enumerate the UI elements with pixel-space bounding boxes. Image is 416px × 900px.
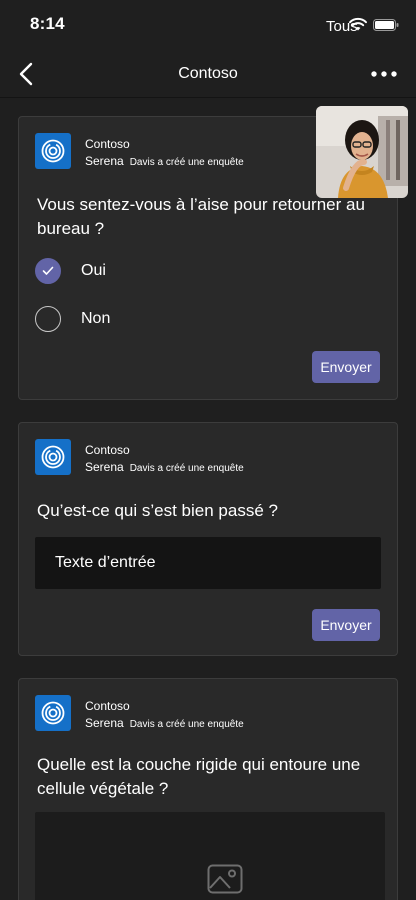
chat-content: Contoso Serena Davis a créé une enquête V… (0, 98, 416, 900)
app-name: Contoso (85, 699, 130, 713)
submit-button[interactable]: Envoyer (312, 351, 380, 383)
app-name: Contoso (85, 443, 130, 457)
image-placeholder[interactable] (35, 812, 385, 900)
radio-button[interactable] (35, 306, 61, 332)
author-action: Davis a créé une enquête (129, 719, 244, 730)
question-text: Vous sentez-vous à l’aise pour retourner… (37, 195, 365, 238)
option-oui[interactable]: Oui (35, 257, 106, 285)
text-input-field[interactable]: Texte d’entrée (35, 537, 381, 589)
app-logo-icon (41, 445, 65, 469)
question-text: Quelle est la couche rigide qui entoure … (37, 755, 361, 798)
video-call-thumbnail[interactable] (316, 106, 408, 198)
participant-video (316, 106, 408, 198)
app-icon (35, 695, 71, 731)
survey-card: Contoso Serena Davis a créé une enquête Q… (18, 422, 398, 656)
author-line: Serena Davis a créé une enquête (85, 460, 244, 474)
question-text: Qu’est-ce qui s’est bien passé ? (37, 501, 278, 520)
wifi-icon (349, 17, 367, 31)
author-action: Davis a créé une enquête (129, 157, 244, 168)
more-icon[interactable] (370, 70, 398, 78)
navigation-bar: Contoso (0, 50, 416, 98)
page-title: Contoso (178, 65, 238, 82)
status-bar: 8:14 Tous (0, 0, 416, 50)
author-line: Serena Davis a créé une enquête (85, 154, 244, 168)
option-label: Oui (81, 262, 106, 279)
app-name: Contoso (85, 137, 130, 151)
option-non[interactable]: Non (35, 305, 110, 333)
checkmark-icon (42, 266, 54, 275)
battery-icon (373, 19, 399, 31)
author-name: Serena (85, 716, 124, 730)
app-icon (35, 439, 71, 475)
status-time: 8:14 (30, 14, 65, 33)
app-icon (35, 133, 71, 169)
app-logo-icon (41, 139, 65, 163)
survey-card: Contoso Serena Davis a créé une enquête Q… (18, 678, 398, 900)
image-icon (207, 864, 243, 894)
option-label: Non (81, 310, 111, 327)
author-line: Serena Davis a créé une enquête (85, 716, 244, 730)
radio-button-checked[interactable] (35, 258, 61, 284)
submit-button[interactable]: Envoyer (312, 609, 380, 641)
author-action: Davis a créé une enquête (129, 463, 244, 474)
author-name: Serena (85, 154, 124, 168)
author-name: Serena (85, 460, 124, 474)
app-logo-icon (41, 701, 65, 725)
input-placeholder: Texte d’entrée (55, 554, 156, 571)
